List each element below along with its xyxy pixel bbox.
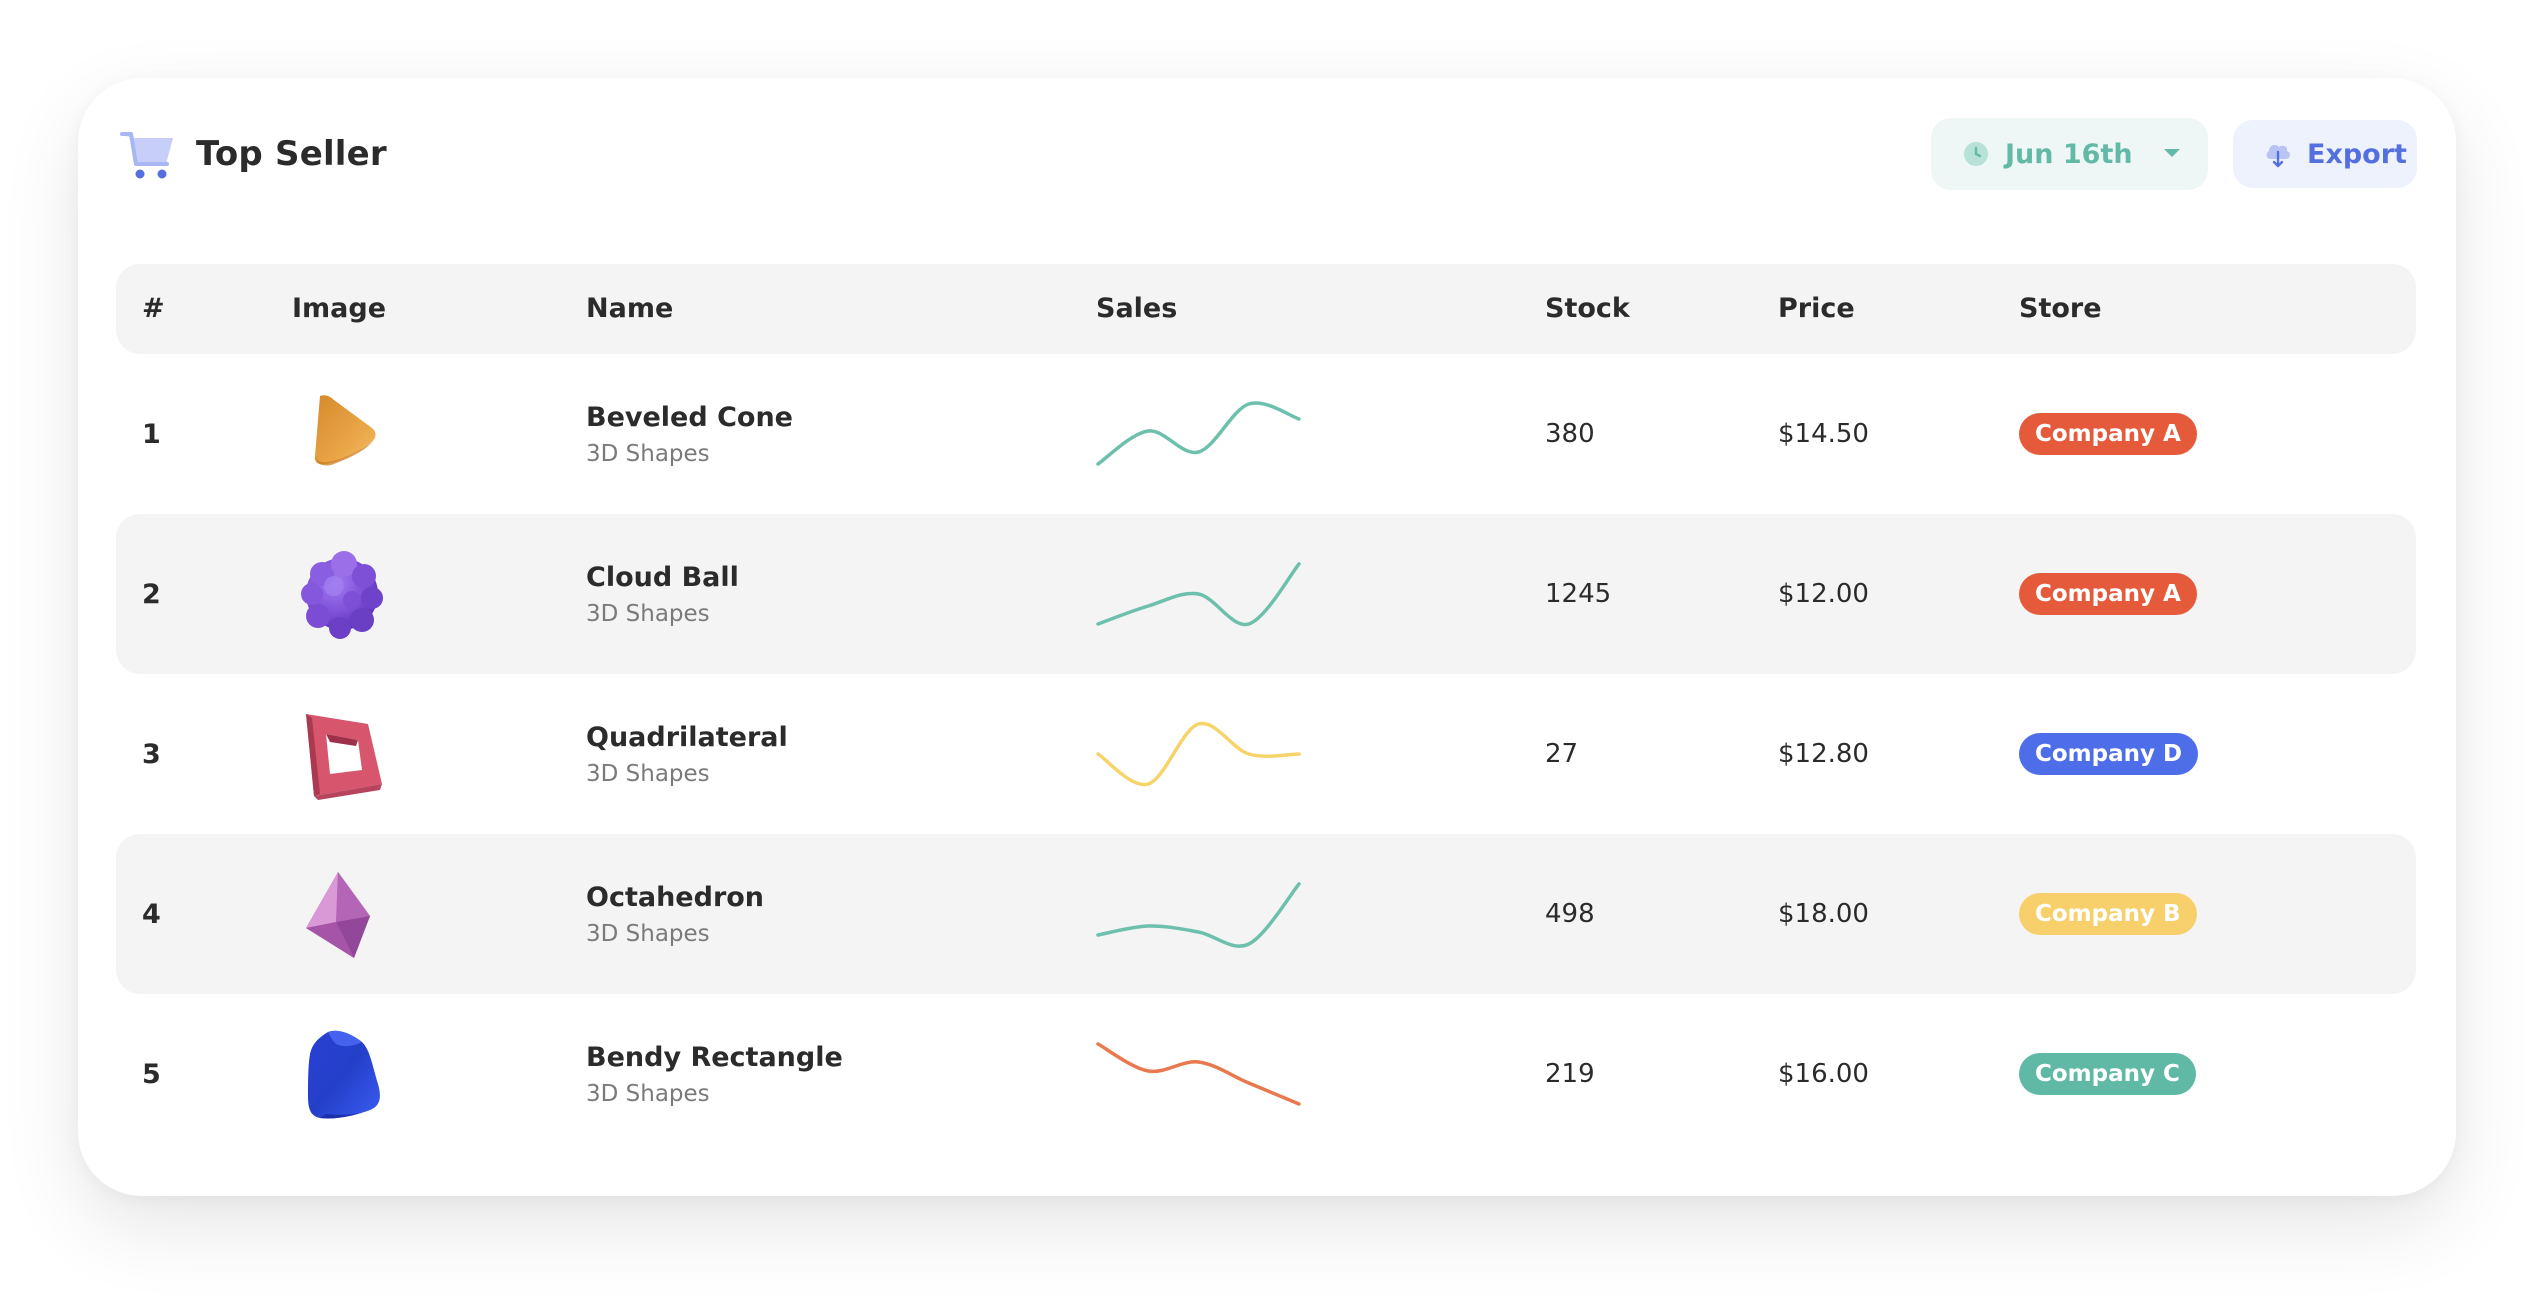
table-row[interactable]: 2 Cloud Ball 3D Shapes 1245 $12.00 Compa…: [116, 514, 2416, 674]
top-seller-table: # Image Name Sales Stock Price Store 1 B…: [116, 264, 2416, 1154]
export-button-label: Export: [2307, 138, 2407, 170]
store-badge: Company A: [2019, 573, 2197, 615]
table-row[interactable]: 3 Quadrilateral 3D Shapes 27 $12.80 Comp…: [116, 674, 2416, 834]
product-name: Bendy Rectangle: [586, 1041, 843, 1073]
sparkline-path: [1096, 721, 1301, 787]
page-title: Top Seller: [196, 134, 387, 174]
octahedron-icon: [306, 872, 370, 958]
date-dropdown-label: Jun 16th: [2005, 138, 2133, 170]
stock-value: 380: [1545, 419, 1595, 449]
stock-value: 27: [1545, 739, 1579, 769]
product-name: Octahedron: [586, 881, 765, 913]
shopping-cart-icon: [120, 132, 173, 179]
price-value: $18.00: [1778, 899, 1869, 929]
row-rank: 3: [142, 738, 161, 770]
product-category: 3D Shapes: [586, 440, 710, 467]
row-rank: 4: [142, 898, 161, 930]
row-rank: 1: [142, 418, 161, 450]
cloud-download-icon: [2266, 144, 2290, 168]
sales-sparkline: [1096, 401, 1301, 466]
row-rank: 5: [142, 1058, 161, 1090]
chevron-down-icon: [2164, 149, 2180, 157]
clock-icon: [1964, 142, 1988, 166]
sales-sparkline: [1096, 562, 1301, 627]
table-row[interactable]: 4 Octahedron 3D Shapes 498 $18.00 Compan…: [116, 834, 2416, 994]
store-badge: Company D: [2019, 733, 2199, 775]
price-value: $12.80: [1778, 739, 1869, 769]
column-header-image: Image: [292, 293, 387, 324]
row-rank: 2: [142, 578, 161, 610]
product-name: Quadrilateral: [586, 721, 788, 753]
store-badge: Company B: [2019, 893, 2197, 935]
table-row[interactable]: 1 Beveled Cone 3D Shapes 380 $14.50 Comp…: [116, 354, 2416, 514]
product-name: Cloud Ball: [586, 561, 739, 593]
sales-sparkline: [1096, 882, 1301, 948]
product-category: 3D Shapes: [586, 600, 710, 627]
product-category: 3D Shapes: [586, 1080, 710, 1107]
price-value: $14.50: [1778, 419, 1869, 449]
price-value: $16.00: [1778, 1059, 1869, 1089]
sparkline-path: [1096, 401, 1301, 466]
quadrilateral-icon: [306, 714, 382, 800]
column-header-price: Price: [1778, 293, 1855, 324]
sales-sparkline: [1096, 721, 1301, 787]
product-category: 3D Shapes: [586, 920, 710, 947]
column-header-rank: #: [142, 293, 165, 324]
column-header-store: Store: [2019, 293, 2102, 324]
date-dropdown[interactable]: Jun 16th: [1931, 118, 2208, 190]
price-value: $12.00: [1778, 579, 1869, 609]
table-header: # Image Name Sales Stock Price Store: [116, 264, 2416, 354]
product-category: 3D Shapes: [586, 760, 710, 787]
product-name: Beveled Cone: [586, 401, 793, 433]
bendy-rectangle-icon: [308, 1030, 380, 1119]
cloud-ball-icon: [301, 551, 383, 639]
card-header: Top Seller: [120, 126, 387, 182]
stock-value: 498: [1545, 899, 1595, 929]
column-header-stock: Stock: [1545, 293, 1630, 324]
top-seller-card: Top Seller Jun 16th Export # Image Name …: [78, 78, 2456, 1196]
sparkline-path: [1096, 882, 1301, 948]
column-header-name: Name: [586, 293, 674, 324]
stock-value: 219: [1545, 1059, 1595, 1089]
sparkline-path: [1096, 562, 1301, 627]
sales-sparkline: [1096, 1042, 1301, 1106]
export-button[interactable]: Export: [2233, 120, 2417, 188]
sparkline-path: [1096, 1042, 1301, 1106]
column-header-sales: Sales: [1096, 293, 1178, 324]
table-row[interactable]: 5 Bendy Rectangle 3D Shapes 219 $16.00 C…: [116, 994, 2416, 1154]
store-badge: Company C: [2019, 1053, 2196, 1095]
store-badge: Company A: [2019, 413, 2197, 455]
beveled-cone-icon: [314, 395, 376, 466]
stock-value: 1245: [1545, 579, 1612, 609]
